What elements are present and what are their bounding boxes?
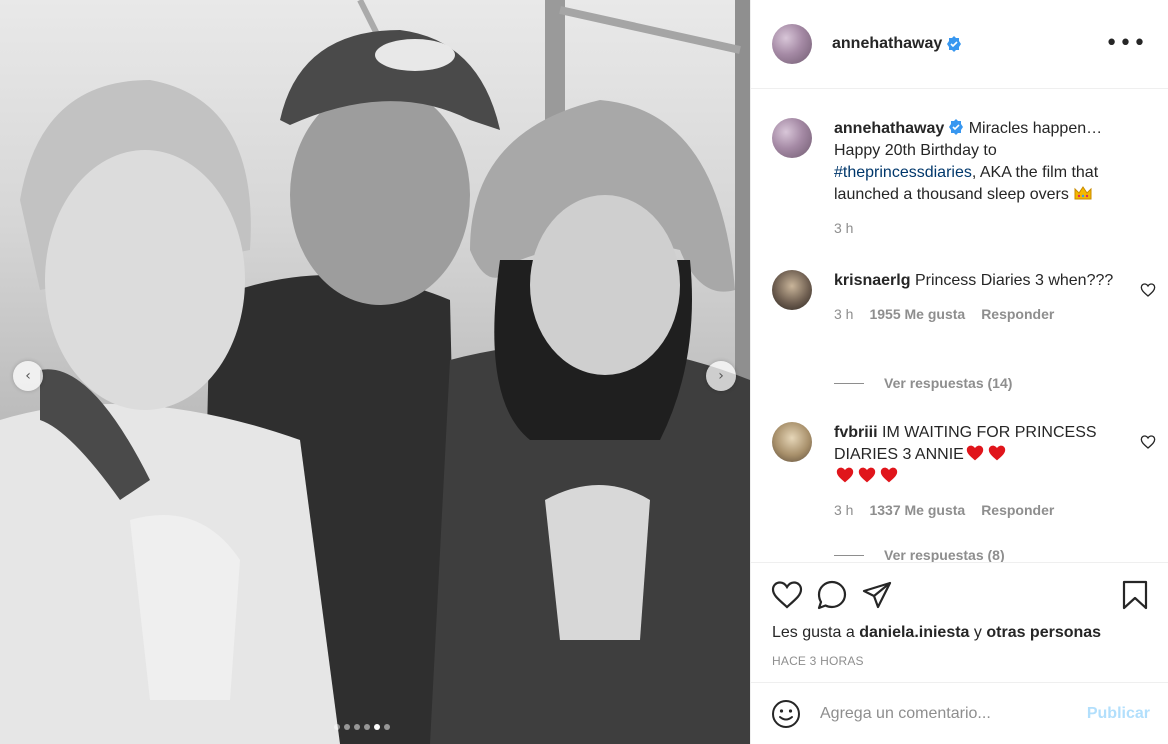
author-avatar[interactable] — [772, 118, 812, 158]
author-username[interactable]: annehathaway — [832, 35, 942, 53]
comment-time[interactable]: 3 h — [834, 502, 853, 518]
like-button[interactable] — [771, 579, 803, 611]
verified-badge-icon — [947, 36, 962, 52]
heart-icon — [771, 581, 803, 609]
comment-reply-button[interactable]: Responder — [981, 306, 1054, 322]
post-photo[interactable]: ‹ › — [0, 0, 750, 744]
caption: annehathaway Miracles happen… Happy 20th… — [772, 118, 1152, 236]
publish-button[interactable]: Publicar — [1087, 705, 1150, 723]
previous-photo-button[interactable]: ‹ — [13, 361, 43, 391]
likes-others-link[interactable]: otras personas — [986, 624, 1101, 641]
like-comment-heart-icon[interactable] — [1140, 434, 1156, 450]
carousel-dot — [374, 724, 380, 730]
comment-reply-button[interactable]: Responder — [981, 502, 1054, 518]
comment-item: fvbriii IM WAITING FOR PRINCESS DIARIES … — [772, 422, 1156, 518]
verified-badge-icon — [949, 119, 964, 135]
comment-likes[interactable]: 1955 Me gusta — [869, 306, 965, 322]
carousel-dot — [354, 724, 360, 730]
red-heart-emoji-icon — [880, 467, 898, 483]
post-side-panel: annehathaway ••• annehathaway Miracles h… — [750, 0, 1168, 744]
chevron-right-icon: › — [718, 368, 724, 384]
emoji-smiley-icon[interactable] — [770, 698, 802, 730]
carousel-dot — [344, 724, 350, 730]
red-heart-emoji-icon — [836, 467, 854, 483]
view-replies-label: Ver respuestas (8) — [884, 547, 1005, 562]
add-comment-bar: Publicar — [751, 682, 1168, 744]
comment-username[interactable]: krisnaerlg — [834, 272, 910, 289]
comment-text: krisnaerlg Princess Diaries 3 when??? — [834, 270, 1134, 292]
view-replies-label: Ver respuestas (14) — [884, 375, 1013, 391]
like-comment-heart-icon[interactable] — [1140, 282, 1156, 298]
chevron-left-icon: ‹ — [25, 368, 31, 384]
comment-time[interactable]: 3 h — [834, 306, 853, 322]
caption-meta: 3 h — [834, 220, 1134, 236]
caption-hashtag[interactable]: #theprincessdiaries — [834, 164, 972, 181]
view-replies-button[interactable]: Ver respuestas (8) — [834, 547, 1005, 562]
more-horizontal-icon: ••• — [1105, 31, 1147, 56]
comment-username[interactable]: fvbriii — [834, 424, 878, 441]
caption-prefix: Miracles happen… — [968, 120, 1103, 137]
comment-meta: 3 h 1955 Me gusta Responder — [834, 306, 1152, 322]
red-heart-emoji-icon — [966, 445, 984, 461]
post-actions: Les gusta a daniela.iniesta y otras pers… — [751, 562, 1168, 682]
caption-time[interactable]: 3 h — [834, 220, 853, 236]
paper-plane-icon — [862, 581, 892, 609]
caption-username[interactable]: annehathaway — [834, 120, 944, 137]
comment-input[interactable] — [820, 704, 1070, 723]
carousel-dot — [384, 724, 390, 730]
next-photo-button[interactable]: › — [706, 361, 736, 391]
comment-body: Princess Diaries 3 when??? — [914, 272, 1114, 289]
likes-user-link[interactable]: daniela.iniesta — [859, 624, 969, 641]
action-icons-row — [771, 579, 893, 611]
comment-button[interactable] — [816, 579, 848, 611]
caption-text: annehathaway Miracles happen… Happy 20th… — [834, 118, 1134, 206]
photo-illustration — [0, 0, 750, 744]
replies-divider — [834, 554, 864, 556]
caption-line2: Happy 20th Birthday to — [834, 142, 997, 159]
carousel-dot — [364, 724, 370, 730]
view-replies-button[interactable]: Ver respuestas (14) — [834, 375, 1012, 391]
post-timestamp[interactable]: HACE 3 HORAS — [772, 654, 864, 668]
replies-divider — [834, 382, 864, 384]
comments-list: annehathaway Miracles happen… Happy 20th… — [751, 90, 1168, 562]
carousel-dot — [334, 724, 340, 730]
likes-summary: Les gusta a daniela.iniesta y otras pers… — [772, 624, 1101, 642]
author-avatar[interactable] — [772, 24, 812, 64]
commenter-avatar[interactable] — [772, 422, 812, 462]
more-options-button[interactable]: ••• — [1105, 31, 1147, 56]
crown-emoji-icon — [1074, 186, 1092, 200]
red-heart-emoji-icon — [858, 467, 876, 483]
comment-bubble-icon — [817, 580, 847, 610]
comment-likes[interactable]: 1337 Me gusta — [869, 502, 965, 518]
post-header: annehathaway ••• — [751, 0, 1168, 89]
likes-prefix: Les gusta a — [772, 624, 855, 641]
comment-item: krisnaerlg Princess Diaries 3 when??? 3 … — [772, 270, 1156, 322]
save-bookmark-icon[interactable] — [1119, 579, 1151, 611]
likes-middle: y — [973, 624, 982, 641]
carousel-indicator — [334, 724, 390, 730]
commenter-avatar[interactable] — [772, 270, 812, 310]
comment-text: fvbriii IM WAITING FOR PRINCESS DIARIES … — [834, 422, 1134, 488]
comment-meta: 3 h 1337 Me gusta Responder — [834, 502, 1152, 518]
share-button[interactable] — [861, 579, 893, 611]
red-heart-emoji-icon — [988, 445, 1006, 461]
